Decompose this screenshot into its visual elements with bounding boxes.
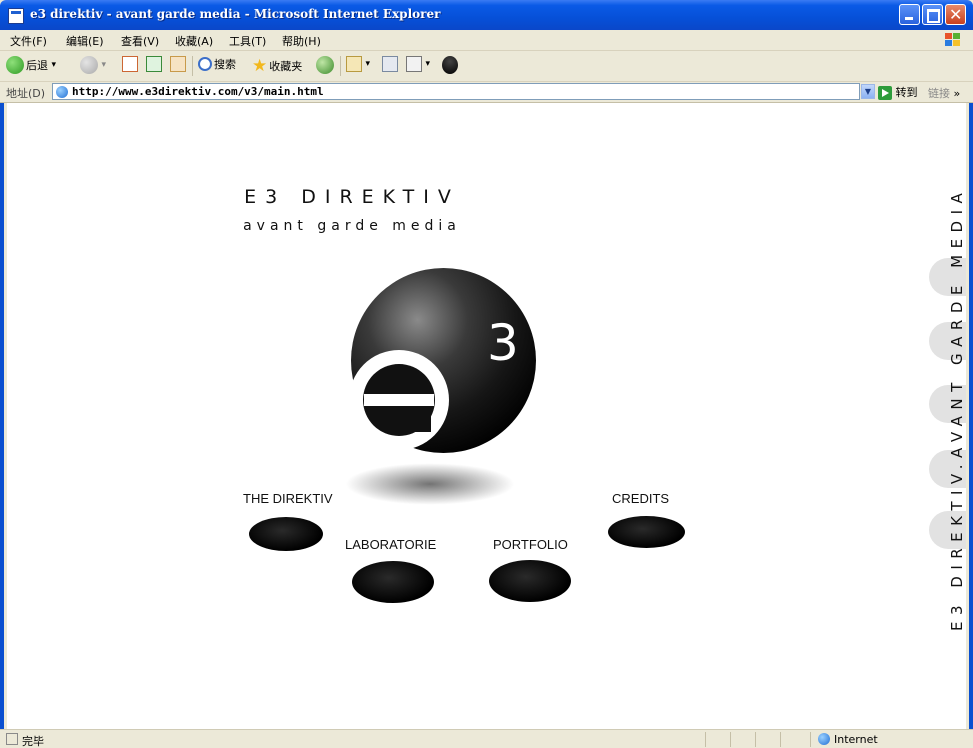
go-label: 转到 bbox=[895, 86, 918, 99]
address-label: 地址(D) bbox=[6, 87, 46, 100]
brand-title: E3 DIREKTIV bbox=[244, 186, 460, 208]
edit-icon bbox=[406, 56, 422, 72]
home-icon bbox=[170, 56, 186, 72]
maximize-button[interactable] bbox=[922, 4, 943, 25]
close-button[interactable]: ✕ bbox=[945, 4, 966, 25]
status-bar: 完毕 Internet bbox=[0, 729, 973, 748]
page-content: E3 DIREKTIV avant garde media 3 THE DIRE… bbox=[7, 103, 966, 729]
nav-disc-portfolio[interactable] bbox=[489, 560, 571, 602]
menu-favorites[interactable]: 收藏(A) bbox=[175, 33, 213, 49]
nav-label-portfolio[interactable]: PORTFOLIO bbox=[493, 537, 568, 552]
page-globe-icon bbox=[56, 86, 68, 98]
forward-button[interactable]: ▾ bbox=[80, 56, 106, 74]
penguin-icon bbox=[442, 56, 458, 74]
brand-subtitle: avant garde media bbox=[243, 218, 461, 234]
menu-edit[interactable]: 编辑(E) bbox=[66, 33, 104, 49]
window-border-left bbox=[0, 30, 4, 748]
window-title: e3 direktiv - avant garde media - Micros… bbox=[30, 7, 441, 21]
menu-view[interactable]: 查看(V) bbox=[121, 33, 159, 49]
e-letter-logo bbox=[349, 350, 449, 450]
nav-disc-credits[interactable] bbox=[608, 516, 685, 548]
nav-disc-the-direktiv[interactable] bbox=[249, 517, 323, 551]
status-text: 完毕 bbox=[22, 735, 44, 748]
favorites-button[interactable]: ★ 收藏夹 bbox=[252, 56, 302, 76]
nav-label-the-direktiv[interactable]: THE DIREKTIV bbox=[243, 491, 333, 506]
ie-page-icon bbox=[8, 8, 24, 24]
address-url: http://www.e3direktiv.com/v3/main.html bbox=[72, 85, 324, 98]
internet-zone-icon bbox=[818, 733, 830, 745]
stop-icon bbox=[122, 56, 138, 72]
history-button[interactable] bbox=[316, 56, 334, 74]
mail-icon bbox=[346, 56, 362, 72]
back-label: 后退 bbox=[26, 59, 48, 72]
toolbar-separator bbox=[340, 56, 341, 76]
standard-toolbar: 后退 ▾ ▾ 搜索 ★ 收藏夹 ▾ ▾ bbox=[0, 51, 973, 82]
search-icon bbox=[198, 57, 212, 71]
print-button[interactable] bbox=[382, 56, 398, 72]
search-label: 搜索 bbox=[214, 58, 236, 71]
refresh-button[interactable] bbox=[146, 56, 162, 72]
mail-button[interactable]: ▾ bbox=[346, 56, 370, 72]
refresh-icon bbox=[146, 56, 162, 72]
search-button[interactable]: 搜索 bbox=[198, 56, 236, 72]
history-icon bbox=[316, 56, 334, 74]
status-divider bbox=[730, 732, 731, 747]
menu-bar: 文件(F) 编辑(E) 查看(V) 收藏(A) 工具(T) 帮助(H) bbox=[0, 30, 973, 51]
favorites-label: 收藏夹 bbox=[269, 60, 303, 73]
links-button[interactable]: 链接 » bbox=[928, 85, 960, 101]
window-border-right bbox=[969, 30, 973, 748]
address-bar: 地址(D) http://www.e3direktiv.com/v3/main.… bbox=[0, 82, 973, 103]
back-button[interactable]: 后退 ▾ bbox=[6, 56, 56, 74]
nav-disc-laboratorie[interactable] bbox=[352, 561, 434, 603]
page-done-icon bbox=[6, 733, 18, 745]
status-divider bbox=[810, 732, 811, 747]
menu-help[interactable]: 帮助(H) bbox=[282, 33, 321, 49]
star-icon: ★ bbox=[252, 56, 268, 76]
forward-dropdown-icon: ▾ bbox=[101, 60, 107, 70]
stop-button[interactable] bbox=[122, 56, 138, 72]
messenger-button[interactable] bbox=[442, 56, 458, 74]
toolbar-separator bbox=[192, 56, 193, 76]
status-divider bbox=[705, 732, 706, 747]
nav-label-credits[interactable]: CREDITS bbox=[612, 491, 669, 506]
status-divider bbox=[755, 732, 756, 747]
nav-label-laboratorie[interactable]: LABORATORIE bbox=[345, 537, 436, 552]
edit-dropdown-icon: ▾ bbox=[425, 59, 431, 69]
back-dropdown-icon: ▾ bbox=[51, 60, 57, 70]
menu-file[interactable]: 文件(F) bbox=[10, 33, 47, 49]
go-button[interactable]: 转到 bbox=[878, 84, 918, 100]
address-dropdown-button[interactable]: ▼ bbox=[861, 84, 875, 99]
go-arrow-icon bbox=[878, 86, 892, 100]
edit-button[interactable]: ▾ bbox=[406, 56, 430, 72]
mail-dropdown-icon: ▾ bbox=[365, 59, 371, 69]
close-icon: ✕ bbox=[949, 5, 963, 24]
links-chevron-icon: » bbox=[953, 87, 961, 100]
links-label: 链接 bbox=[928, 87, 950, 100]
title-bar: e3 direktiv - avant garde media - Micros… bbox=[0, 0, 973, 30]
back-arrow-icon bbox=[6, 56, 24, 74]
status-divider bbox=[780, 732, 781, 747]
forward-arrow-icon bbox=[80, 56, 98, 74]
logo-superscript: 3 bbox=[487, 314, 519, 372]
browser-window: e3 direktiv - avant garde media - Micros… bbox=[0, 0, 973, 748]
home-button[interactable] bbox=[170, 56, 186, 72]
windows-logo-icon bbox=[945, 33, 960, 46]
vertical-site-title: E3 DIREKTIV.AVANT GARDE MEDIA bbox=[948, 186, 966, 631]
print-icon bbox=[382, 56, 398, 72]
logo-shadow bbox=[345, 463, 515, 505]
menu-tools[interactable]: 工具(T) bbox=[229, 33, 266, 49]
minimize-button[interactable] bbox=[899, 4, 920, 25]
address-input[interactable]: http://www.e3direktiv.com/v3/main.html bbox=[52, 83, 860, 100]
security-zone-label: Internet bbox=[834, 733, 878, 746]
